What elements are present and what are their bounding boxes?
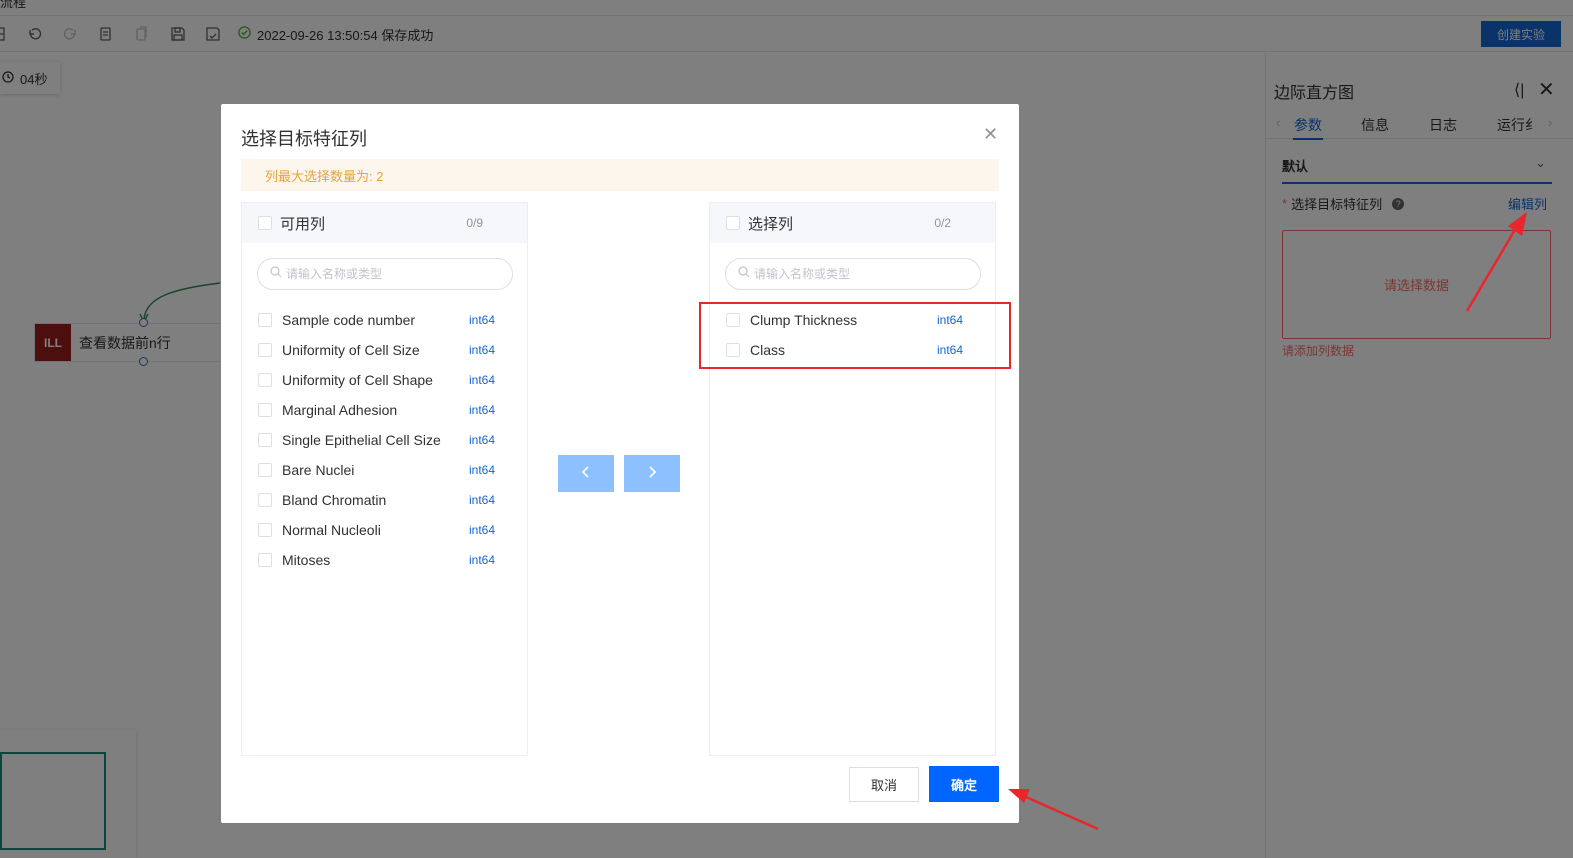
selected-columns-title: 选择列: [748, 215, 794, 233]
selected-columns-panel: 选择列 0/2 Clump Thicknessint64Classint64: [709, 202, 996, 756]
available-column-item-type: int64: [469, 373, 496, 387]
available-column-item-name: Normal Nucleoli: [282, 522, 381, 538]
available-search-input[interactable]: [286, 267, 486, 281]
select-columns-dialog: 选择目标特征列 ✕ 列最大选择数量为: 2 可用列 0/9 Sample cod…: [221, 104, 1019, 823]
annotation-highlight-box: [699, 302, 1011, 369]
available-column-item-type: int64: [469, 403, 496, 417]
available-column-item-checkbox[interactable]: [258, 553, 272, 567]
available-column-item-name: Mitoses: [282, 552, 331, 568]
available-column-item[interactable]: Marginal Adhesion int64: [242, 395, 527, 425]
move-left-button[interactable]: [558, 455, 614, 492]
max-selection-alert: 列最大选择数量为: 2: [241, 159, 999, 191]
selected-columns-count: 0/2: [934, 216, 951, 230]
available-column-item-checkbox[interactable]: [258, 403, 272, 417]
available-column-item[interactable]: Sample code number int64: [242, 305, 527, 335]
available-column-item-checkbox[interactable]: [258, 523, 272, 537]
available-column-item-checkbox[interactable]: [258, 313, 272, 327]
available-column-item[interactable]: Uniformity of Cell Shape int64: [242, 365, 527, 395]
available-column-item-type: int64: [469, 343, 496, 357]
available-column-item-name: Bland Chromatin: [282, 492, 387, 508]
cancel-button[interactable]: 取消: [849, 767, 919, 802]
available-column-item-name: Marginal Adhesion: [282, 402, 398, 418]
search-icon: [270, 265, 282, 283]
available-column-item-type: int64: [469, 553, 496, 567]
available-column-item-name: Single Epithelial Cell Size: [282, 432, 441, 448]
selected-search-input[interactable]: [754, 267, 954, 281]
available-column-item[interactable]: Single Epithelial Cell Size int64: [242, 425, 527, 455]
available-columns-title: 可用列: [280, 215, 326, 233]
available-column-item-checkbox[interactable]: [258, 433, 272, 447]
select-all-available-checkbox[interactable]: [258, 216, 272, 230]
search-icon: [738, 265, 750, 283]
available-search: [257, 258, 513, 290]
dialog-title: 选择目标特征列: [241, 129, 367, 149]
available-column-item-checkbox[interactable]: [258, 343, 272, 357]
chevron-right-icon: [647, 465, 657, 482]
selected-columns-header: 选择列 0/2: [710, 203, 995, 243]
available-column-item-type: int64: [469, 433, 496, 447]
available-column-item[interactable]: Bland Chromatin int64: [242, 485, 527, 515]
available-column-item-type: int64: [469, 523, 496, 537]
available-column-item-name: Uniformity of Cell Size: [282, 342, 420, 358]
available-column-item-checkbox[interactable]: [258, 373, 272, 387]
available-column-item[interactable]: Bare Nuclei int64: [242, 455, 527, 485]
max-selection-alert-text: 列最大选择数量为: 2: [265, 168, 384, 184]
available-column-item-type: int64: [469, 463, 496, 477]
available-column-item[interactable]: Normal Nucleoli int64: [242, 515, 527, 545]
available-column-item-checkbox[interactable]: [258, 463, 272, 477]
selected-search: [725, 258, 981, 290]
available-columns-count: 0/9: [466, 216, 483, 230]
available-columns-panel: 可用列 0/9 Sample code numberint64Uniformit…: [241, 202, 528, 756]
available-column-item-name: Uniformity of Cell Shape: [282, 372, 433, 388]
available-column-item[interactable]: Uniformity of Cell Size int64: [242, 335, 527, 365]
available-columns-list: Sample code number int64 Uniformity of Cel…: [242, 305, 527, 575]
available-column-item-checkbox[interactable]: [258, 493, 272, 507]
confirm-button[interactable]: 确定: [929, 766, 999, 802]
available-column-item-type: int64: [469, 493, 496, 507]
available-column-item-name: Sample code number: [282, 312, 416, 328]
available-column-item[interactable]: Mitoses int64: [242, 545, 527, 575]
available-column-item-type: int64: [469, 313, 496, 327]
available-columns-header: 可用列 0/9: [242, 203, 527, 243]
move-right-button[interactable]: [624, 455, 680, 492]
close-icon[interactable]: ✕: [983, 124, 998, 145]
select-all-selected-checkbox[interactable]: [726, 216, 740, 230]
chevron-left-icon: [581, 465, 591, 482]
available-column-item-name: Bare Nuclei: [282, 462, 355, 478]
